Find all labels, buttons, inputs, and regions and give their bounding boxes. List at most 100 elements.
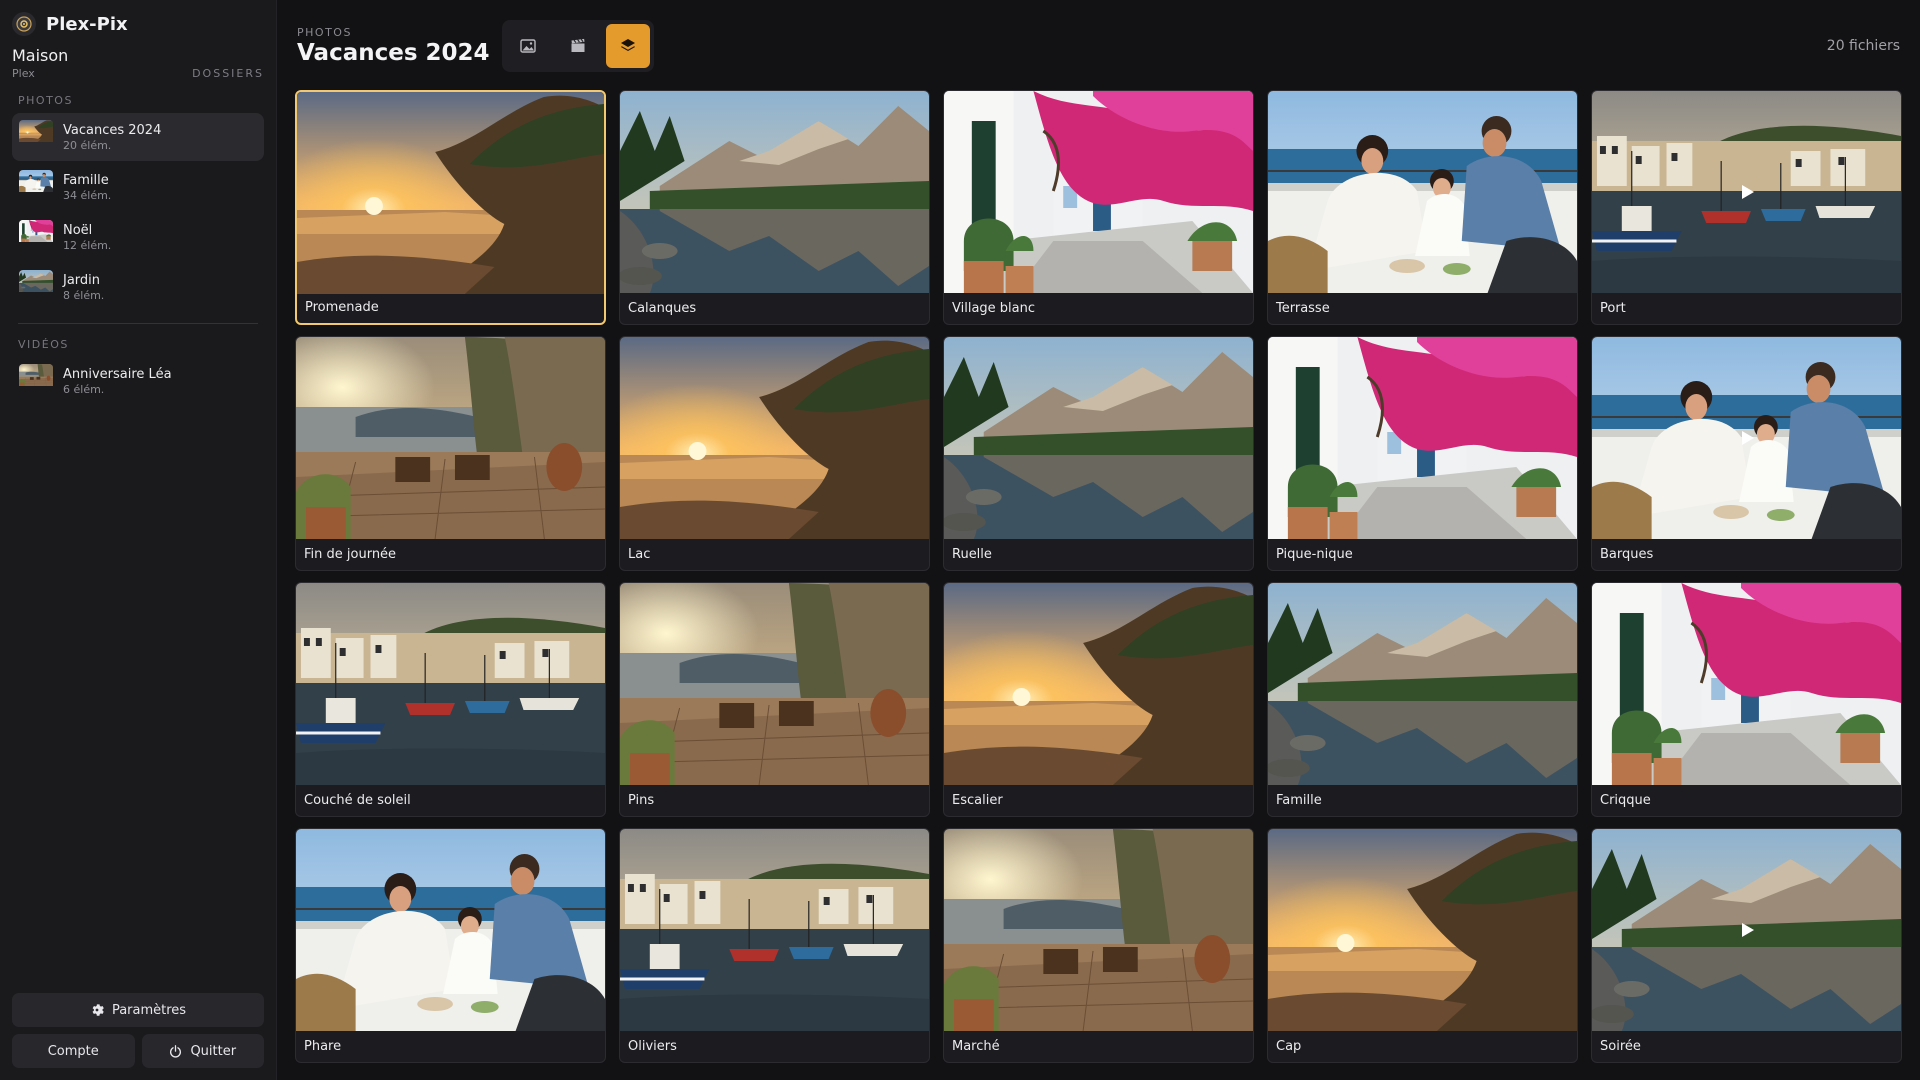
brand: Plex-Pix — [12, 12, 264, 36]
photo-grid: Promenade Calanques Village blanc Terras… — [295, 90, 1902, 1063]
photo-tile[interactable]: Escalier — [943, 582, 1254, 817]
photo-tile[interactable]: Phare — [295, 828, 606, 1063]
sidebar-item-no-l[interactable]: Noël 12 élém. — [12, 213, 264, 261]
photo-tile[interactable]: Famille — [1267, 582, 1578, 817]
photo-thumbnail — [296, 829, 605, 1031]
photo-tile[interactable]: Couché de soleil — [295, 582, 606, 817]
photo-tile[interactable]: Ruelle — [943, 336, 1254, 571]
app-title: Plex-Pix — [46, 13, 128, 35]
tile-label: Cap — [1276, 1039, 1302, 1054]
video-tile[interactable]: Soirée — [1591, 828, 1902, 1063]
album-name: Famille — [63, 172, 109, 188]
sidebar-item-anniversaire-l-a[interactable]: Anniversaire Léa 6 élém. — [12, 357, 264, 405]
photo-thumbnail — [297, 92, 604, 294]
photo-thumbnail — [944, 337, 1253, 539]
photo-tile[interactable]: Pins — [619, 582, 930, 817]
photo-thumbnail — [944, 829, 1253, 1031]
tile-label: Promenade — [305, 300, 379, 315]
photo-thumbnail — [1268, 91, 1577, 293]
album-thumbnail — [19, 170, 53, 204]
video-tile[interactable]: Barques — [1591, 336, 1902, 571]
stack-mode-button[interactable] — [605, 24, 650, 68]
quit-label: Quitter — [190, 1043, 237, 1059]
album-name: Anniversaire Léa — [63, 366, 172, 382]
power-icon — [170, 1044, 182, 1058]
tile-label: Fin de journée — [304, 547, 397, 562]
photo-tile[interactable]: Oliviers — [619, 828, 930, 1063]
video-tile[interactable]: Port — [1591, 90, 1902, 325]
sidebar: Plex-Pix Maison Plex DOSSIERS PHOTOS Vac… — [0, 0, 277, 1080]
tile-label: Couché de soleil — [304, 793, 411, 808]
image-icon — [519, 39, 536, 53]
photo-tile[interactable]: Cap — [1267, 828, 1578, 1063]
main-content: PHOTOS Vacances 2024 20 fichiers Promena… — [277, 0, 1920, 1080]
server-name[interactable]: Maison — [12, 46, 264, 65]
tile-label: Marché — [952, 1039, 1000, 1054]
photo-thumbnail — [296, 337, 605, 539]
album-thumbnail — [19, 220, 53, 254]
sidebar-item-famille[interactable]: Famille 34 élém. — [12, 163, 264, 211]
tile-label: Barques — [1600, 547, 1654, 562]
photo-tile[interactable]: Calanques — [619, 90, 930, 325]
settings-button[interactable]: Paramètres — [12, 993, 264, 1027]
album-name: Noël — [63, 222, 93, 238]
videos-mode-button[interactable] — [556, 24, 600, 68]
album-thumbnail — [19, 270, 53, 304]
quit-button[interactable]: Quitter — [141, 1034, 264, 1068]
tile-label: Famille — [1276, 793, 1322, 808]
photo-thumbnail — [1268, 337, 1577, 539]
photo-tile[interactable]: Lac — [619, 336, 930, 571]
tile-label: Pique-nique — [1276, 547, 1353, 562]
account-button[interactable]: Compte — [12, 1034, 135, 1068]
header: PHOTOS Vacances 2024 20 fichiers — [295, 18, 1902, 74]
sidebar-divider — [18, 323, 258, 324]
photos-mode-button[interactable] — [506, 24, 550, 68]
album-count: 8 élém. — [63, 288, 105, 302]
album-count: 34 élém. — [63, 188, 112, 202]
tile-label: Escalier — [952, 793, 1003, 808]
photo-thumbnail — [1592, 583, 1901, 785]
photo-tile[interactable]: Marché — [943, 828, 1254, 1063]
photo-thumbnail — [1268, 829, 1577, 1031]
photo-tile[interactable]: Fin de journée — [295, 336, 606, 571]
sidebar-item-jardin[interactable]: Jardin 8 élém. — [12, 263, 264, 311]
tile-label: Oliviers — [628, 1039, 677, 1054]
album-count: 12 élém. — [63, 238, 112, 252]
tile-label: Soirée — [1600, 1039, 1641, 1054]
photo-tile[interactable]: Terrasse — [1267, 90, 1578, 325]
photos-album-list: Vacances 2024 20 élém. Famille 34 élém. — [12, 113, 264, 313]
play-icon — [1741, 185, 1754, 199]
photo-thumbnail — [944, 583, 1253, 785]
server-type: Plex — [12, 67, 35, 80]
tile-label: Calanques — [628, 301, 697, 316]
tile-label: Port — [1600, 301, 1626, 316]
photo-thumbnail — [620, 91, 929, 293]
photo-thumbnail — [296, 583, 605, 785]
photo-tile[interactable]: Criqque — [1591, 582, 1902, 817]
folders-link[interactable]: DOSSIERS — [192, 67, 264, 80]
play-icon — [1741, 923, 1754, 937]
photos-section-label: PHOTOS — [18, 94, 73, 107]
photo-tile[interactable]: Promenade — [295, 90, 606, 325]
album-name: Vacances 2024 — [63, 122, 162, 138]
photo-thumbnail — [944, 91, 1253, 293]
film-icon — [571, 38, 585, 52]
account-label: Compte — [47, 1043, 99, 1059]
photo-thumbnail — [620, 337, 929, 539]
sidebar-item-vacances-2024[interactable]: Vacances 2024 20 élém. — [12, 113, 264, 161]
photo-tile[interactable]: Village blanc — [943, 90, 1254, 325]
photo-tile[interactable]: Pique-nique — [1267, 336, 1578, 571]
view-mode-group — [501, 20, 654, 72]
settings-label: Paramètres — [111, 1002, 187, 1018]
page-title: Vacances 2024 — [297, 40, 490, 66]
photo-thumbnail — [1268, 583, 1577, 785]
tile-label: Criqque — [1600, 793, 1651, 808]
file-count: 20 fichiers — [1826, 38, 1900, 54]
play-icon — [1741, 431, 1754, 445]
gear-icon — [92, 1004, 104, 1016]
album-count: 20 élém. — [63, 138, 112, 152]
breadcrumb: PHOTOS — [297, 26, 352, 39]
videos-section-label: VIDÉOS — [18, 338, 69, 351]
tile-label: Village blanc — [952, 301, 1036, 316]
tile-label: Pins — [628, 793, 655, 808]
